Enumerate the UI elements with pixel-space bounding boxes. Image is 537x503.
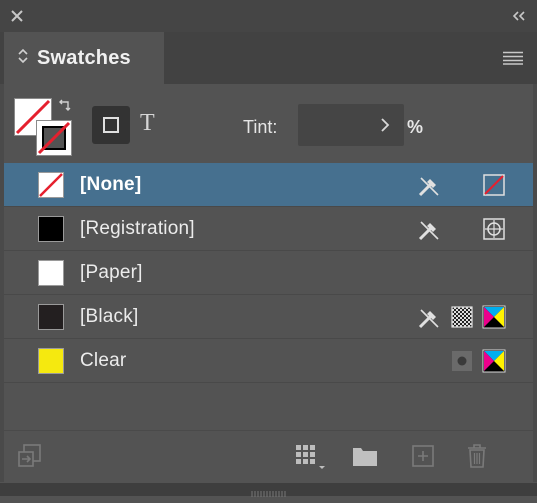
swatch-name: [Registration] — [80, 218, 195, 239]
swatch-chip — [38, 172, 64, 198]
no-edit-icon — [416, 305, 442, 336]
swatch-chip — [38, 260, 64, 286]
stroke-swatch[interactable] — [36, 120, 72, 156]
panel-tab-row: Swatches — [0, 32, 537, 84]
panel-title: Swatches — [37, 46, 131, 69]
swatch-list: [None] [Registration] [Paper] [Black] Cl… — [4, 163, 533, 413]
swatch-chip — [38, 348, 64, 374]
new-swatch-icon[interactable] — [410, 442, 436, 475]
expand-collapse-icon[interactable] — [17, 48, 29, 69]
tint-input[interactable] — [298, 104, 404, 146]
cmyk-icon — [482, 349, 506, 378]
swap-fill-stroke-icon[interactable] — [57, 98, 73, 119]
resize-strip[interactable] — [0, 483, 537, 497]
swatch-name: [Paper] — [80, 262, 143, 283]
registration-type-icon — [482, 217, 506, 246]
overprint-icon — [450, 305, 474, 334]
formatting-affects-container-button[interactable] — [92, 106, 130, 144]
swatch-row-black[interactable]: [Black] — [4, 295, 533, 339]
resize-grip-icon[interactable] — [250, 485, 288, 503]
swatch-chip — [38, 304, 64, 330]
panel-titlebar — [0, 0, 537, 32]
panel-menu-icon[interactable] — [502, 51, 524, 70]
swatch-row-paper[interactable]: [Paper] — [4, 251, 533, 295]
divider — [4, 430, 533, 431]
bottom-toolbar — [0, 438, 537, 478]
panel-right-edge — [533, 84, 537, 482]
import-swatches-icon[interactable] — [16, 442, 44, 475]
collapse-panel-icon[interactable] — [511, 9, 527, 28]
no-edit-icon — [416, 217, 442, 248]
tint-label: Tint: — [243, 117, 278, 137]
swatch-name: [Black] — [80, 306, 139, 327]
show-swatch-kinds-icon[interactable] — [295, 442, 329, 477]
cmyk-icon — [482, 305, 506, 334]
swatch-row-none[interactable]: [None] — [4, 163, 533, 207]
swatch-name: [None] — [80, 174, 142, 195]
swatch-chip — [38, 216, 64, 242]
folder-icon[interactable] — [351, 442, 379, 475]
no-edit-icon — [416, 173, 442, 204]
swatch-name: Clear — [80, 350, 127, 371]
swatch-row-registration[interactable]: [Registration] — [4, 207, 533, 251]
formatting-affects-text-button[interactable]: T — [140, 110, 155, 137]
tint-percent-label: % — [407, 117, 424, 137]
fill-stroke-proxy — [14, 98, 78, 158]
swatch-row-clear[interactable]: Clear — [4, 339, 533, 383]
none-type-icon — [482, 173, 506, 202]
tab-swatches[interactable]: Swatches — [4, 32, 164, 84]
close-icon[interactable] — [9, 8, 25, 29]
spot-icon — [450, 349, 474, 378]
chevron-right-icon[interactable] — [380, 117, 390, 138]
trash-icon[interactable] — [465, 442, 489, 475]
swatch-controls: T Tint: % — [0, 84, 537, 162]
